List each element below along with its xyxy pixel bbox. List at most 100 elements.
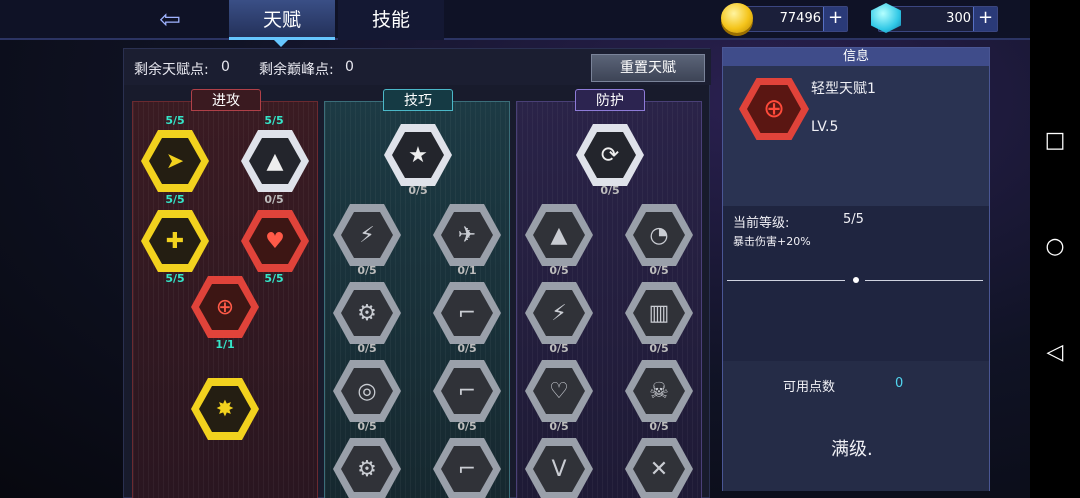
star-talent-node[interactable]: ★: [384, 124, 452, 186]
peak-points-value: 0: [345, 59, 354, 75]
crosshair-icon: ⊕: [747, 85, 801, 133]
gun-icon: ⌐: [441, 290, 493, 336]
heart-icon: ♥: [249, 218, 301, 264]
talent-name: 轻型天赋1: [811, 81, 876, 97]
crosshair-icon: ⊕: [199, 284, 251, 330]
wheel-icon: ◎: [341, 368, 393, 414]
cross-node[interactable]: ✕: [625, 438, 693, 498]
shield-talent-node[interactable]: ⟳: [576, 124, 644, 186]
defense-tree-title: 防护: [575, 89, 645, 111]
level-label: 0/5: [649, 420, 669, 433]
tab-skill[interactable]: 技能: [338, 0, 444, 40]
lightning-icon: ⚡: [341, 212, 393, 258]
level-label: 0/5: [408, 184, 428, 197]
attack-tree: 进攻 5/5 ➤ 5/5 5/5 ▲ 0/5 ✚ 5/5 ♥ 5/5 ⊕ 1/1…: [132, 89, 318, 498]
talent-panel: 剩余天赋点: 0 剩余巅峰点: 0 重置天赋 进攻 5/5 ➤ 5/5 5/5 …: [123, 48, 711, 498]
divider-dot: [853, 277, 859, 283]
light-talent-node[interactable]: ⊕: [191, 276, 259, 338]
points-bar: 剩余天赋点: 0 剩余巅峰点: 0 重置天赋: [124, 49, 711, 85]
back-arrow-icon[interactable]: ⇦: [135, 6, 205, 34]
square-icon[interactable]: □: [1044, 128, 1066, 153]
level-detail: 当前等级: 5/5 暴击伤害+20%: [723, 206, 989, 361]
shell-talent-node[interactable]: ▲: [241, 130, 309, 192]
gun-node[interactable]: ⌐: [433, 282, 501, 344]
burst-icon: ✸: [199, 386, 251, 432]
info-talent-summary: ⊕ 轻型天赋1 LV.5: [723, 66, 989, 206]
effect-text: 暴击伤害+20%: [733, 235, 811, 248]
lightning-node[interactable]: ⚡: [333, 204, 401, 266]
defense-tree: 防护 ⟳ 0/5 ▲ 0/5 ◔ 0/5 ⚡ 0/5 ▥ 0/5 ♡ 0/5 ☠…: [516, 89, 702, 498]
rifle-icon: ⌐: [441, 368, 493, 414]
add-gold-button[interactable]: +: [823, 7, 847, 31]
available-points-value: 0: [895, 376, 904, 391]
reset-talent-button[interactable]: 重置天赋: [591, 54, 705, 82]
shell-icon: ▲: [249, 138, 301, 184]
cross-icon: ✕: [633, 446, 685, 492]
bolt-shield-node[interactable]: ⚡: [525, 282, 593, 344]
bolt-shield-icon: ⚡: [533, 290, 585, 336]
level-label: 0/5: [357, 342, 377, 355]
heart-shield-node[interactable]: ♡: [525, 360, 593, 422]
jet-node[interactable]: ✈: [433, 204, 501, 266]
triangle-back-icon[interactable]: ◁: [1044, 340, 1066, 365]
level-label: 5/5: [165, 193, 185, 206]
ammo-shield-icon: ▥: [633, 290, 685, 336]
gear-node[interactable]: ⚙: [333, 438, 401, 498]
heart-shield-icon: ♡: [533, 368, 585, 414]
star-icon: ★: [392, 132, 444, 178]
current-level-value: 5/5: [843, 212, 864, 227]
rifle-node[interactable]: ⌐: [433, 360, 501, 422]
top-bar: ⇦ 天赋 技能 77496 + 300 +: [0, 0, 1030, 47]
burst-talent-node[interactable]: ✸: [191, 378, 259, 440]
v-shield-icon: V: [533, 446, 585, 492]
peak-points-label: 剩余巅峰点:: [259, 62, 334, 78]
add-gem-button[interactable]: +: [973, 7, 997, 31]
level-label: 5/5: [264, 272, 284, 285]
level-label: 0/5: [457, 420, 477, 433]
selected-talent-icon: ⊕: [739, 78, 809, 140]
gold-counter: 77496 +: [721, 3, 848, 33]
missiles-node[interactable]: ▲: [525, 204, 593, 266]
divider-right: [865, 280, 983, 281]
current-level-label: 当前等级:: [733, 216, 790, 231]
swirl-icon: ◔: [633, 212, 685, 258]
talent-points-value: 0: [221, 59, 230, 75]
points-status: 可用点数 0 满级.: [723, 361, 989, 491]
level-label: 0/5: [600, 184, 620, 197]
info-panel: 信息 ⊕ 轻型天赋1 LV.5 当前等级: 5/5 暴击伤害+20% 可用点数 …: [722, 47, 990, 491]
max-level-status: 满级.: [831, 439, 873, 460]
bullet-icon: ➤: [149, 138, 201, 184]
level-label: 5/5: [165, 114, 185, 127]
v-shield-node[interactable]: V: [525, 438, 593, 498]
talent-points-label: 剩余天赋点:: [134, 62, 209, 78]
level-label: 1/1: [215, 338, 235, 351]
skill-tree: 技巧 ★ 0/5 ⚡ 0/5 ✈ 0/1 ⚙ 0/5 ⌐ 0/5 ◎ 0/5 ⌐…: [324, 89, 510, 498]
heart-node[interactable]: ♥: [241, 210, 309, 272]
system-nav-bar: □ ○ ◁: [1030, 0, 1080, 498]
heart-target-node[interactable]: ✚: [141, 210, 209, 272]
skull-node[interactable]: ☠: [625, 360, 693, 422]
available-points-label: 可用点数: [783, 380, 836, 395]
tab-pointer: [274, 40, 288, 47]
cannon-node[interactable]: ⌐: [433, 438, 501, 498]
level-label: 0/5: [549, 420, 569, 433]
ammo-shield-node[interactable]: ▥: [625, 282, 693, 344]
skill-tree-title: 技巧: [383, 89, 453, 111]
divider-left: [727, 280, 845, 281]
battery-node[interactable]: ⚙: [333, 282, 401, 344]
heart-target-icon: ✚: [149, 218, 201, 264]
jet-icon: ✈: [441, 212, 493, 258]
level-label: 5/5: [165, 272, 185, 285]
battery-icon: ⚙: [341, 290, 393, 336]
circle-icon[interactable]: ○: [1044, 234, 1066, 259]
level-label: 0/5: [549, 342, 569, 355]
wheel-node[interactable]: ◎: [333, 360, 401, 422]
level-label: 0/5: [357, 264, 377, 277]
tab-talent[interactable]: 天赋: [229, 0, 335, 40]
bullet-talent-node[interactable]: ➤: [141, 130, 209, 192]
level-label: 0/5: [649, 342, 669, 355]
gem-value: 300: [946, 11, 971, 26]
swirl-node[interactable]: ◔: [625, 204, 693, 266]
missiles-icon: ▲: [533, 212, 585, 258]
level-label: 0/5: [264, 193, 284, 206]
